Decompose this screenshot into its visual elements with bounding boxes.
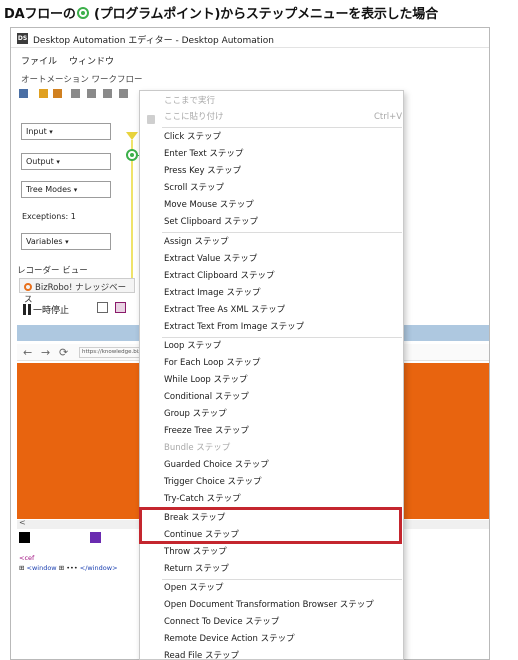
- chevron-down-icon: ▾: [73, 186, 78, 194]
- flow-line: [131, 140, 133, 285]
- app-logo-icon: DS: [17, 33, 28, 44]
- menu-remote-device-action-step[interactable]: Remote Device Action ステップ: [164, 631, 295, 647]
- menu-file[interactable]: ファイル: [21, 54, 57, 67]
- redo-icon[interactable]: [53, 89, 62, 98]
- reload-icon[interactable]: ⟳: [59, 346, 68, 359]
- chevron-down-icon: ▾: [49, 128, 53, 136]
- menu-run-to-here[interactable]: ここまで実行: [164, 93, 215, 109]
- dom-node-window[interactable]: ⊞ <window ⊞ ••• </window>: [19, 564, 118, 572]
- menu-move-mouse-step[interactable]: Move Mouse ステップ: [164, 197, 254, 213]
- recorder-view-label: レコーダー ビュー: [17, 266, 88, 276]
- highlight-tool-icon[interactable]: [115, 302, 126, 313]
- menu-extract-value-step[interactable]: Extract Value ステップ: [164, 251, 257, 267]
- workflow-toolbar: [17, 88, 137, 102]
- output-dropdown[interactable]: Output ▾: [21, 153, 111, 170]
- menu-for-each-loop-step[interactable]: For Each Loop ステップ: [164, 355, 260, 371]
- menu-while-loop-step[interactable]: While Loop ステップ: [164, 372, 248, 388]
- tree-modes-label: Tree Modes: [26, 185, 72, 194]
- pause-label: 一時停止: [33, 306, 70, 316]
- menu-return-step[interactable]: Return ステップ: [164, 561, 229, 577]
- menu-extract-text-from-image-step[interactable]: Extract Text From Image ステップ: [164, 319, 304, 335]
- menu-press-key-step[interactable]: Press Key ステップ: [164, 163, 241, 179]
- dom-cef-text: <cef: [19, 554, 35, 562]
- menu-open-document-transformation-browser-step[interactable]: Open Document Transformation Browser ステッ…: [164, 597, 374, 613]
- menu-loop-step[interactable]: Loop ステップ: [164, 338, 221, 354]
- scroll-left-icon[interactable]: <: [19, 518, 26, 527]
- menu-freeze-tree-step[interactable]: Freeze Tree ステップ: [164, 423, 249, 439]
- title-bar: DS Desktop Automation エディター - Desktop Au…: [11, 28, 489, 48]
- menu-connect-to-device-step[interactable]: Connect To Device ステップ: [164, 614, 279, 630]
- menu-separator: [162, 127, 402, 128]
- pause-button[interactable]: 一時停止: [23, 303, 69, 316]
- menu-paste-here[interactable]: ここに貼り付け Ctrl+V: [164, 109, 402, 125]
- menu-conditional-step[interactable]: Conditional ステップ: [164, 389, 249, 405]
- record-tool-icon[interactable]: [97, 302, 108, 313]
- color-swatch-black: [19, 532, 30, 543]
- variables-label: Variables: [26, 237, 63, 246]
- program-point-node[interactable]: [126, 149, 138, 161]
- bizrobo-icon: [24, 283, 32, 291]
- copy-icon[interactable]: [71, 89, 80, 98]
- menu-set-clipboard-step[interactable]: Set Clipboard ステップ: [164, 214, 258, 230]
- program-point-icon: [76, 7, 89, 19]
- back-icon[interactable]: ←: [23, 346, 32, 359]
- dom-window-open: <window: [26, 564, 57, 572]
- exceptions-count: Exceptions: 1: [22, 212, 76, 221]
- dom-window-close: </window>: [79, 564, 118, 572]
- heading-suffix: (プログラムポイント)からステップメニューを表示した場合: [89, 7, 438, 22]
- flow-start-arrow-icon: [126, 132, 138, 140]
- paste-shortcut: Ctrl+V: [374, 112, 403, 122]
- cut-icon[interactable]: [87, 89, 96, 98]
- color-swatch-purple: [90, 532, 101, 543]
- variables-dropdown[interactable]: Variables ▾: [21, 233, 111, 250]
- tree-modes-dropdown[interactable]: Tree Modes ▾: [21, 181, 111, 198]
- output-label: Output: [26, 157, 54, 166]
- menu-group-step[interactable]: Group ステップ: [164, 406, 227, 422]
- workflow-label: オートメーション ワークフロー: [21, 75, 143, 85]
- menu-bundle-step[interactable]: Bundle ステップ: [164, 440, 230, 456]
- menu-enter-text-step[interactable]: Enter Text ステップ: [164, 146, 243, 162]
- chevron-down-icon: ▾: [65, 238, 69, 246]
- menu-separator: [162, 232, 402, 233]
- browser-tab[interactable]: BizRobo! ナレッジベース: [19, 278, 135, 305]
- browser-tab-label: BizRobo! ナレッジベース: [24, 283, 127, 305]
- chevron-down-icon: ▾: [56, 158, 60, 166]
- menu-read-file-step[interactable]: Read File ステップ: [164, 648, 239, 660]
- forward-icon[interactable]: →: [41, 346, 50, 359]
- menu-window[interactable]: ウィンドウ: [69, 54, 114, 67]
- menu-try-catch-step[interactable]: Try-Catch ステップ: [164, 491, 241, 507]
- step-context-menu: ここまで実行 ここに貼り付け Ctrl+V Click ステップ Enter Te…: [139, 90, 404, 660]
- menu-scroll-step[interactable]: Scroll ステップ: [164, 180, 224, 196]
- menu-extract-tree-as-xml-step[interactable]: Extract Tree As XML ステップ: [164, 302, 285, 318]
- heading-prefix: DAフローの: [4, 7, 76, 22]
- menu-extract-image-step[interactable]: Extract Image ステップ: [164, 285, 260, 301]
- window-title: Desktop Automation エディター - Desktop Autom…: [33, 36, 274, 46]
- dom-node-cef[interactable]: <cef: [19, 554, 34, 562]
- menu-assign-step[interactable]: Assign ステップ: [164, 234, 229, 250]
- menu-throw-step[interactable]: Throw ステップ: [164, 544, 227, 560]
- menu-open-step[interactable]: Open ステップ: [164, 580, 223, 596]
- menu-guarded-choice-step[interactable]: Guarded Choice ステップ: [164, 457, 269, 473]
- menu-trigger-choice-step[interactable]: Trigger Choice ステップ: [164, 474, 262, 490]
- input-label: Input: [26, 127, 47, 136]
- clipboard-icon: [147, 115, 155, 124]
- stop-icon[interactable]: [119, 89, 128, 98]
- break-continue-highlight-box: [139, 507, 402, 544]
- page-heading: DAフローの (プログラムポイント)からステップメニューを表示した場合: [4, 3, 516, 23]
- save-icon[interactable]: [19, 89, 28, 98]
- menu-paste-label: ここに貼り付け: [164, 112, 224, 122]
- menu-bar: ファイル ウィンドウ: [11, 51, 489, 67]
- menu-click-step[interactable]: Click ステップ: [164, 129, 221, 145]
- input-dropdown[interactable]: Input ▾: [21, 123, 111, 140]
- paste-icon[interactable]: [103, 89, 112, 98]
- url-field[interactable]: https://knowledge.bizro: [79, 347, 141, 358]
- menu-extract-clipboard-step[interactable]: Extract Clipboard ステップ: [164, 268, 274, 284]
- undo-icon[interactable]: [39, 89, 48, 98]
